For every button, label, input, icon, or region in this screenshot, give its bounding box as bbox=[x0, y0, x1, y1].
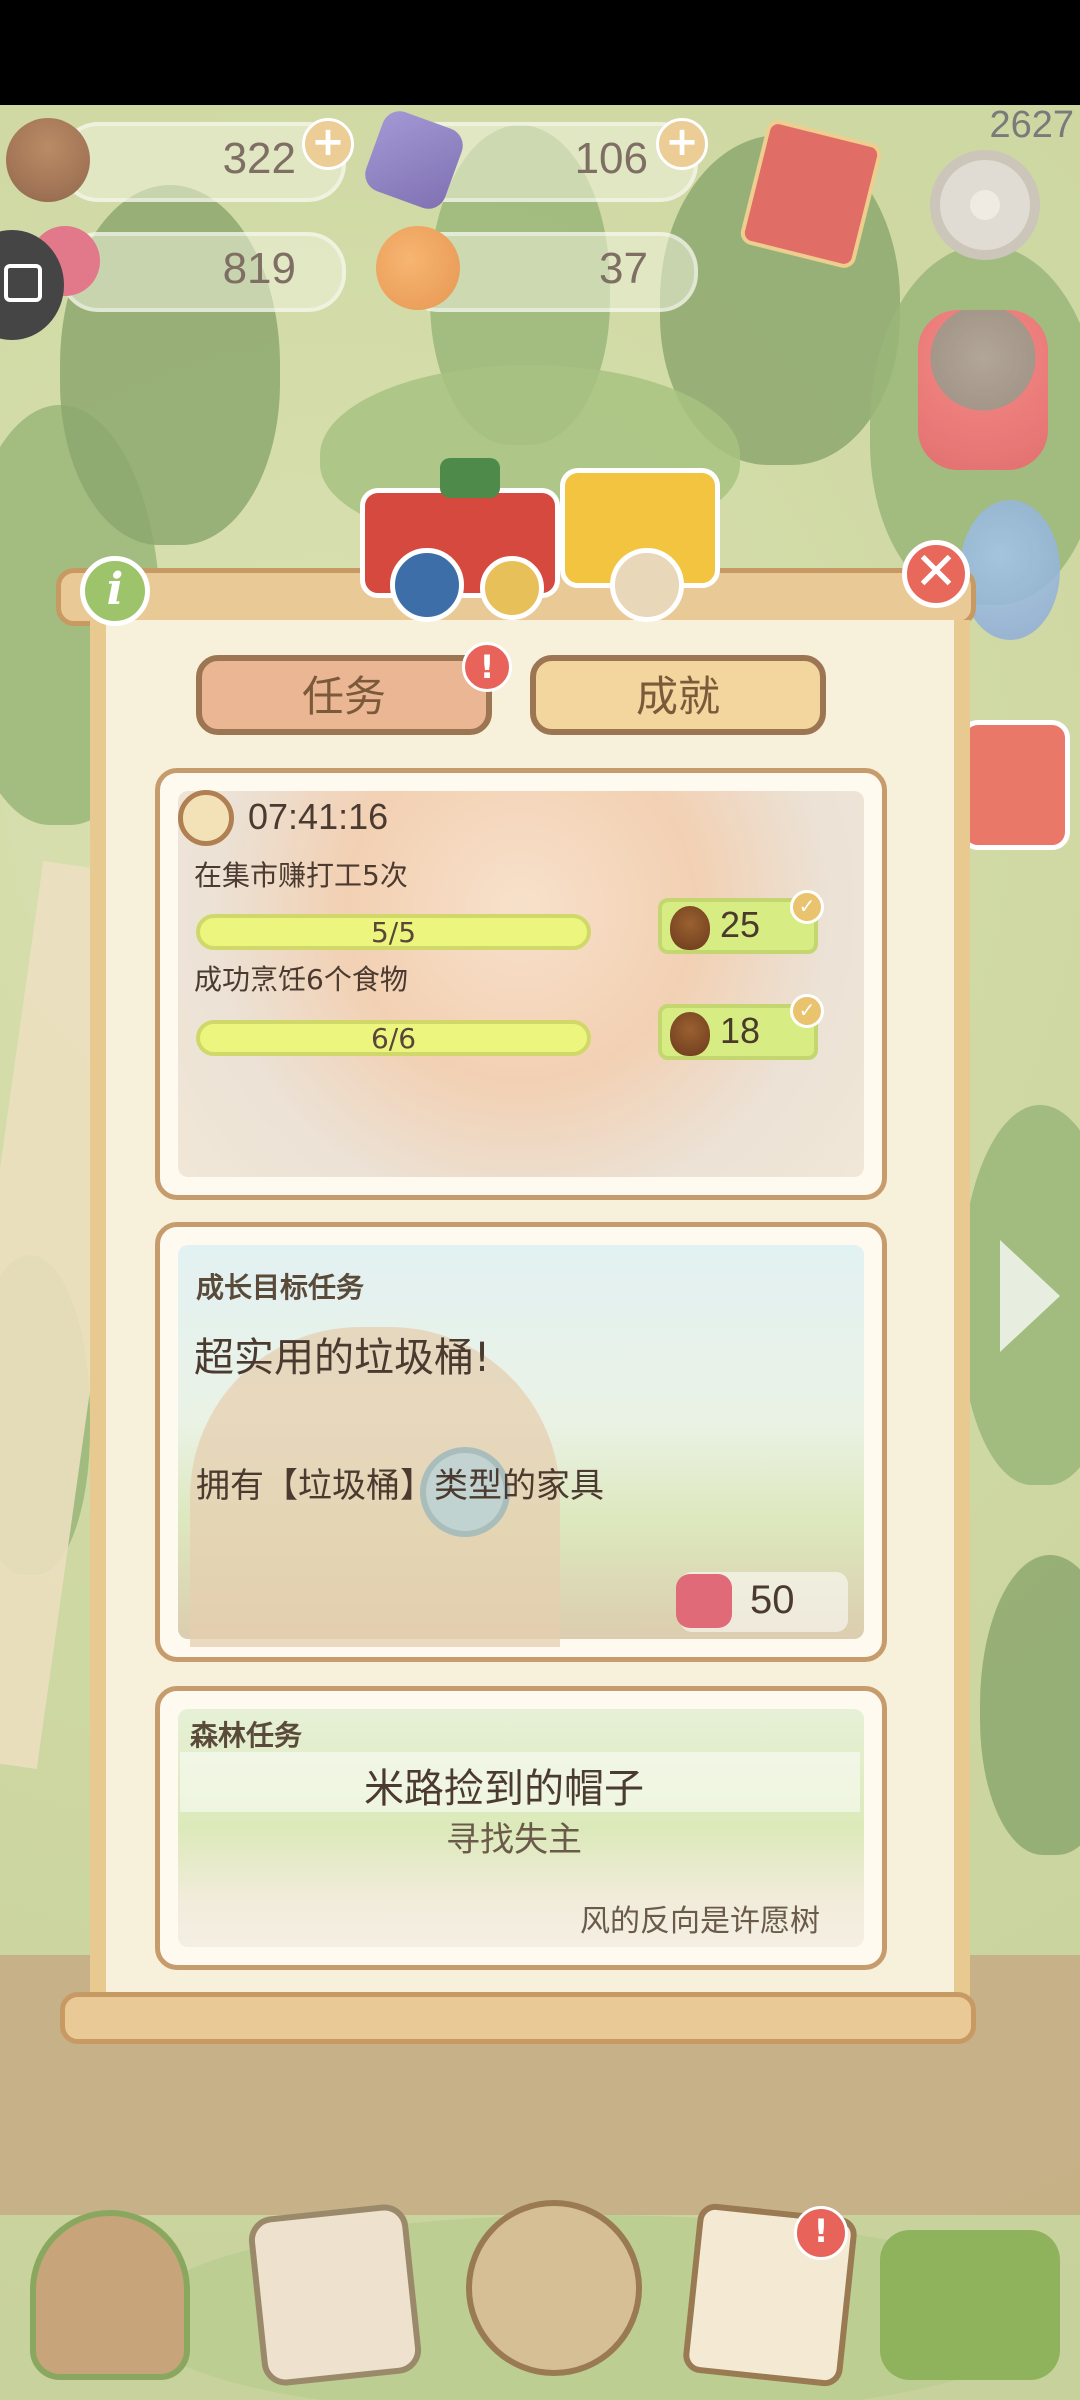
acorn-icon bbox=[670, 906, 710, 950]
close-button[interactable]: ✕ bbox=[902, 540, 970, 608]
tab-achievements-label: 成就 bbox=[635, 672, 720, 721]
scroll-bottom-rod bbox=[60, 1992, 976, 2044]
tab-achievements[interactable]: 成就 bbox=[530, 655, 826, 735]
next-arrow-icon[interactable] bbox=[1000, 1240, 1060, 1352]
info-button[interactable]: i bbox=[80, 556, 150, 626]
nav-birds-icon[interactable] bbox=[466, 2200, 642, 2376]
forest-task-header: 森林任务 bbox=[190, 1719, 303, 1752]
daily-task-1-reward-value: 25 bbox=[720, 904, 761, 945]
daily-timer: 07:41:16 bbox=[248, 796, 389, 837]
status-bar bbox=[0, 0, 1080, 105]
nav-home-icon[interactable] bbox=[30, 2210, 190, 2380]
growth-reward-value: 50 bbox=[750, 1578, 795, 1622]
daily-task-1-progress: 5/5 bbox=[196, 914, 591, 950]
daily-task-1-title: 在集市赚打工5次 bbox=[194, 859, 408, 892]
forest-task-subtitle: 寻找失主 bbox=[446, 1820, 582, 1860]
check-icon: ✓ bbox=[790, 994, 824, 1028]
nav-map-icon[interactable] bbox=[880, 2230, 1060, 2380]
nav-clipboard-alert-badge: ! bbox=[794, 2206, 848, 2260]
growth-task-header: 成长目标任务 bbox=[196, 1271, 365, 1304]
tasks-alert-badge: ! bbox=[462, 642, 512, 692]
daily-task-2-progress-text: 6/6 bbox=[370, 1022, 417, 1055]
growth-task-title: 超实用的垃圾桶! bbox=[194, 1335, 491, 1381]
toy-train-icon bbox=[360, 448, 730, 622]
daily-task-2-progress: 6/6 bbox=[196, 1020, 591, 1056]
daily-task-2-reward-value: 18 bbox=[720, 1010, 761, 1051]
clock-icon bbox=[178, 790, 234, 846]
daily-task-1-progress-text: 5/5 bbox=[370, 916, 417, 949]
daily-task-2-title: 成功烹饪6个食物 bbox=[194, 963, 408, 996]
growth-task-desc: 拥有【垃圾桶】类型的家具 bbox=[196, 1466, 604, 1506]
nav-mail-icon[interactable] bbox=[246, 2202, 424, 2388]
check-icon: ✓ bbox=[790, 890, 824, 924]
growth-reward: 50 bbox=[676, 1572, 848, 1632]
tab-tasks[interactable]: 任务 bbox=[196, 655, 492, 735]
heart-icon bbox=[676, 1574, 732, 1628]
acorn-icon bbox=[670, 1012, 710, 1056]
forest-task-title: 米路捡到的帽子 bbox=[364, 1766, 644, 1812]
tab-tasks-label: 任务 bbox=[301, 672, 386, 721]
forest-task-hint: 风的反向是许愿树 bbox=[580, 1904, 820, 1939]
